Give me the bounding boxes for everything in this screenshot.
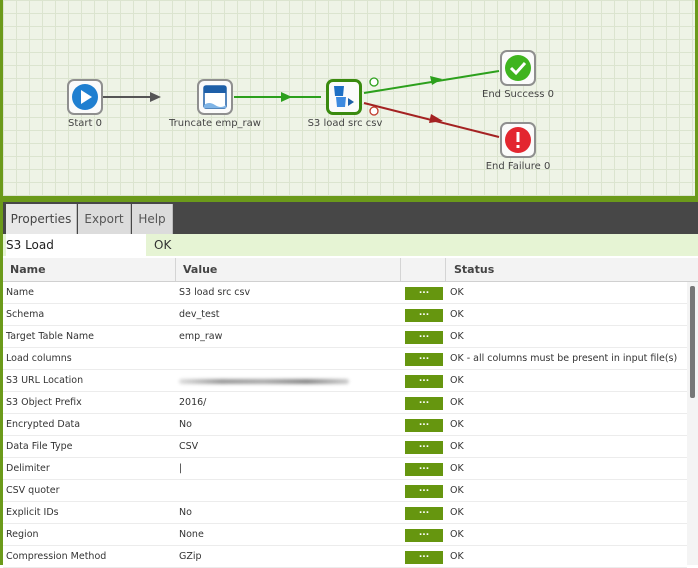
property-status: OK [450,441,464,452]
table-row[interactable]: Encrypted Data No... OK [3,414,687,436]
component-name-field[interactable]: S3 Load [6,234,146,256]
table-row[interactable]: Name S3 load src csv... OK [3,282,687,304]
table-row[interactable]: Data File Type CSV... OK [3,436,687,458]
properties-panel: Properties Export Help S3 Load OK Name V… [0,202,698,568]
property-name: Encrypted Data [6,419,81,430]
property-value[interactable]: emp_raw [179,326,222,348]
property-name: Name [6,287,35,298]
edit-property-button[interactable]: ... [405,353,443,366]
property-status: OK [450,375,464,386]
property-name: Target Table Name [6,331,95,342]
start-node-label: Start 0 [68,118,102,129]
column-header-status[interactable]: Status [450,258,686,281]
properties-scrollbar[interactable] [687,282,698,565]
success-port [369,77,379,87]
property-name: Explicit IDs [6,507,59,518]
edit-property-button[interactable]: ... [405,331,443,344]
property-name: S3 Object Prefix [6,397,82,408]
property-name: Delimiter [6,463,50,474]
end-failure-node[interactable] [500,122,536,158]
property-name: CSV quoter [6,485,60,496]
workflow-canvas[interactable]: Start 0 Truncate emp_raw S3 load src csv… [0,0,698,198]
column-header-value[interactable]: Value [179,258,401,281]
table-row[interactable]: Region None... OK [3,524,687,546]
redacted-value [179,379,349,384]
truncate-node[interactable] [197,79,233,115]
property-value[interactable]: | [179,458,182,480]
panel-tab-bar: Properties Export Help [3,202,698,234]
property-status: OK [450,529,464,540]
edit-property-button[interactable]: ... [405,485,443,498]
property-status: OK [450,397,464,408]
property-name: Region [6,529,39,540]
property-value[interactable]: No [179,414,192,436]
s3-load-node[interactable] [326,79,362,115]
failure-port [369,106,379,116]
edit-property-button[interactable]: ... [405,309,443,322]
s3-bucket-icon [334,86,354,107]
property-status: OK [450,419,464,430]
table-row[interactable]: S3 Object Prefix 2016/... OK [3,392,687,414]
property-status: OK [450,287,464,298]
tab-properties[interactable]: Properties [6,204,77,234]
play-icon [72,84,98,110]
arrow-head [281,92,292,102]
edit-property-button[interactable]: ... [405,507,443,520]
edit-property-button[interactable]: ... [405,551,443,564]
table-row[interactable]: S3 URL Location... OK [3,370,687,392]
table-row[interactable]: Explicit IDs No... OK [3,502,687,524]
property-status: OK [450,485,464,496]
table-truncate-icon [203,85,227,109]
table-row[interactable]: Delimiter |... OK [3,458,687,480]
edit-property-button[interactable]: ... [405,529,443,542]
edit-property-button[interactable]: ... [405,397,443,410]
property-value[interactable]: S3 load src csv [179,282,250,304]
edit-property-button[interactable]: ... [405,419,443,432]
property-value[interactable]: dev_test [179,304,220,326]
properties-table-body: Name S3 load src csv... OK Schema dev_test..… [3,282,687,568]
property-value[interactable]: None [179,524,204,546]
start-node[interactable] [67,79,103,115]
arrow-head [150,92,161,102]
end-success-node[interactable] [500,50,536,86]
property-value[interactable]: CSV [179,436,198,458]
table-row[interactable]: Schema dev_test... OK [3,304,687,326]
property-status: OK [450,507,464,518]
property-name: Load columns [6,353,72,364]
edit-property-button[interactable]: ... [405,441,443,454]
edit-property-button[interactable]: ... [405,463,443,476]
property-status: OK [450,309,464,320]
property-value[interactable]: No [179,502,192,524]
edit-property-button[interactable]: ... [405,375,443,388]
table-row[interactable]: CSV quoter... OK [3,480,687,502]
column-header-name[interactable]: Name [6,258,176,281]
tab-export[interactable]: Export [78,204,131,234]
property-status: OK - all columns must be present in inpu… [450,353,678,364]
end-success-node-label: End Success 0 [482,89,554,100]
error-circle-icon [505,127,531,153]
property-name: Schema [6,309,45,320]
property-name: S3 URL Location [6,375,84,386]
scrollbar-thumb[interactable] [690,286,695,398]
column-header-edit [401,258,446,281]
end-failure-node-label: End Failure 0 [485,161,551,172]
table-row[interactable]: Target Table Name emp_raw... OK [3,326,687,348]
truncate-node-label: Truncate emp_raw [169,118,261,129]
check-circle-icon [505,55,531,81]
property-value[interactable]: 2016/ [179,392,206,414]
property-status: OK [450,463,464,474]
s3-load-node-label: S3 load src csv [307,118,383,129]
property-status: OK [450,331,464,342]
property-name: Data File Type [6,441,73,452]
component-status: OK [154,238,172,252]
component-name-bar: S3 Load OK [3,234,698,256]
table-row[interactable]: Load columns... OK - all columns must be … [3,348,687,370]
tab-help[interactable]: Help [132,204,173,234]
properties-table-header: Name Value Status [3,258,698,282]
edit-property-button[interactable]: ... [405,287,443,300]
